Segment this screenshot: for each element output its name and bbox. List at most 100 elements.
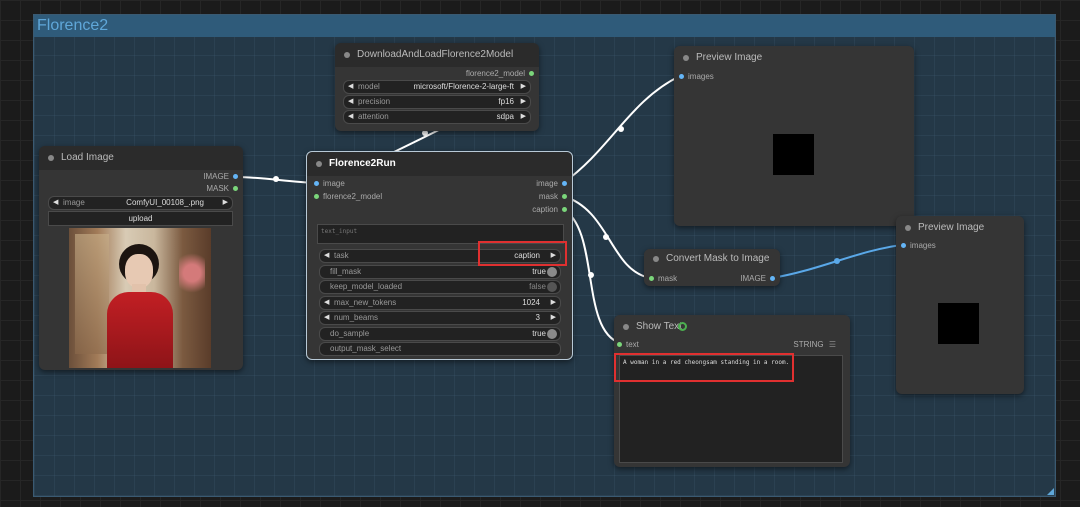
num-beams-number[interactable]: ◀ num_beams 3 ▶ — [319, 311, 561, 325]
node-title: Preview Image — [918, 222, 985, 233]
toggle-knob[interactable] — [547, 267, 557, 277]
output-pin[interactable] — [529, 71, 534, 76]
toggle-knob[interactable] — [547, 329, 557, 339]
input-label: images — [910, 241, 936, 250]
input-label: image — [323, 179, 345, 188]
output-pin[interactable] — [562, 207, 567, 212]
widget-label: image — [63, 198, 85, 207]
arrow-right-icon[interactable]: ▶ — [223, 197, 228, 209]
arrow-left-icon[interactable]: ◀ — [53, 197, 58, 209]
input-pin[interactable] — [649, 276, 654, 281]
image-combo[interactable]: ◀ image ComfyUI_00108_.png ▶ — [48, 196, 233, 210]
input-pin[interactable] — [314, 181, 319, 186]
widget-label: max_new_tokens — [334, 298, 397, 307]
node-collapse-dot[interactable] — [623, 324, 629, 330]
output-pin[interactable] — [233, 186, 238, 191]
input-slot-images[interactable]: images — [679, 72, 714, 81]
precision-combo[interactable]: ◀ precision fp16 ▶ — [343, 95, 531, 109]
preview-image-node-top[interactable]: Preview Image images — [674, 46, 914, 226]
output-slot-string[interactable]: STRING ☰ — [776, 340, 836, 349]
node-title-bar[interactable]: Preview Image — [896, 216, 1024, 240]
arrow-right-icon[interactable]: ▶ — [551, 312, 556, 324]
node-title-bar[interactable]: Convert Mask to Image — [644, 249, 780, 269]
output-slot-mask[interactable]: mask — [498, 192, 567, 201]
do-sample-toggle[interactable]: do_sample true — [319, 327, 561, 341]
preview-output-image — [938, 303, 979, 344]
node-collapse-dot[interactable] — [48, 155, 54, 161]
input-label: text — [626, 340, 639, 349]
arrow-right-icon[interactable]: ▶ — [521, 81, 526, 93]
convert-mask-to-image-node[interactable]: Convert Mask to Image mask IMAGE — [644, 249, 780, 286]
output-label: IMAGE — [203, 172, 229, 181]
preview-output-image — [773, 134, 814, 175]
attention-combo[interactable]: ◀ attention sdpa ▶ — [343, 110, 531, 124]
node-title-bar[interactable]: Florence2Run — [307, 152, 572, 176]
highlight-output-text — [614, 353, 794, 382]
input-slot-image[interactable]: image — [314, 179, 345, 188]
output-label: image — [536, 179, 558, 188]
output-slot-image[interactable]: IMAGE — [169, 172, 238, 181]
toggle-knob[interactable] — [547, 282, 557, 292]
arrow-left-icon[interactable]: ◀ — [324, 297, 329, 309]
node-title-bar[interactable]: Load Image — [39, 146, 243, 170]
output-pin[interactable] — [770, 276, 775, 281]
arrow-left-icon[interactable]: ◀ — [324, 250, 329, 262]
output-label: caption — [532, 205, 558, 214]
preview-image-node-right[interactable]: Preview Image images — [896, 216, 1024, 394]
input-pin[interactable] — [679, 74, 684, 79]
highlight-task-value — [478, 241, 567, 266]
node-title-bar[interactable]: DownloadAndLoadFlorence2Model — [335, 43, 539, 67]
arrow-right-icon[interactable]: ▶ — [551, 297, 556, 309]
input-slot-mask[interactable]: mask — [649, 274, 678, 283]
list-icon: ☰ — [828, 340, 836, 349]
input-pin[interactable] — [617, 342, 622, 347]
output-slot-mask[interactable]: MASK — [169, 184, 238, 193]
input-pin[interactable] — [314, 194, 319, 199]
node-collapse-dot[interactable] — [683, 55, 689, 61]
node-title-bar[interactable]: Show Text — [614, 315, 850, 339]
input-pin[interactable] — [901, 243, 906, 248]
arrow-left-icon[interactable]: ◀ — [348, 96, 353, 108]
output-mask-select-field[interactable]: output_mask_select — [319, 342, 561, 356]
node-collapse-dot[interactable] — [316, 161, 322, 167]
widget-label: output_mask_select — [330, 344, 402, 353]
output-label: florence2_model — [465, 69, 525, 78]
show-text-node[interactable]: Show Text text STRING ☰ A woman in a red… — [614, 315, 850, 467]
model-combo[interactable]: ◀ model microsoft/Florence-2-large-ft ▶ — [343, 80, 531, 94]
output-slot[interactable]: florence2_model — [405, 69, 534, 78]
node-collapse-dot[interactable] — [344, 52, 350, 58]
arrow-right-icon[interactable]: ▶ — [521, 96, 526, 108]
arrow-right-icon[interactable]: ▶ — [521, 111, 526, 123]
flower-decoration — [179, 248, 205, 298]
node-title: Florence2Run — [329, 158, 396, 169]
keep-model-loaded-toggle[interactable]: keep_model_loaded false — [319, 280, 561, 294]
output-slot-image[interactable]: IMAGE — [706, 274, 775, 283]
input-slot-images[interactable]: images — [901, 241, 936, 250]
max-new-tokens-number[interactable]: ◀ max_new_tokens 1024 ▶ — [319, 296, 561, 310]
output-pin[interactable] — [562, 181, 567, 186]
input-label: mask — [658, 274, 678, 283]
input-slot-text[interactable]: text — [617, 340, 639, 349]
output-label: STRING — [793, 340, 824, 349]
arrow-left-icon[interactable]: ◀ — [348, 81, 353, 93]
node-title: Preview Image — [696, 52, 763, 63]
arrow-left-icon[interactable]: ◀ — [324, 312, 329, 324]
fill-mask-toggle[interactable]: fill_mask true — [319, 265, 561, 279]
input-slot-florence2-model[interactable]: florence2_model — [314, 192, 382, 201]
output-pin[interactable] — [233, 174, 238, 179]
group-title[interactable]: Florence2 — [34, 15, 1055, 37]
node-collapse-dot[interactable] — [653, 256, 659, 262]
load-image-node[interactable]: Load Image IMAGE MASK ◀ image ComfyUI_00… — [39, 146, 243, 370]
output-slot-caption[interactable]: caption — [498, 205, 567, 214]
download-load-florence2-model-node[interactable]: DownloadAndLoadFlorence2Model florence2_… — [335, 43, 539, 131]
output-slot-image[interactable]: image — [498, 179, 567, 188]
upload-button[interactable]: upload — [48, 211, 233, 226]
node-collapse-dot[interactable] — [905, 225, 911, 231]
widget-label: attention — [358, 112, 389, 121]
group-resize-handle[interactable] — [1047, 488, 1054, 495]
output-pin[interactable] — [562, 194, 567, 199]
arrow-left-icon[interactable]: ◀ — [348, 111, 353, 123]
node-title-bar[interactable]: Preview Image — [674, 46, 914, 70]
node-title: DownloadAndLoadFlorence2Model — [357, 49, 514, 60]
widget-label: precision — [358, 97, 391, 106]
